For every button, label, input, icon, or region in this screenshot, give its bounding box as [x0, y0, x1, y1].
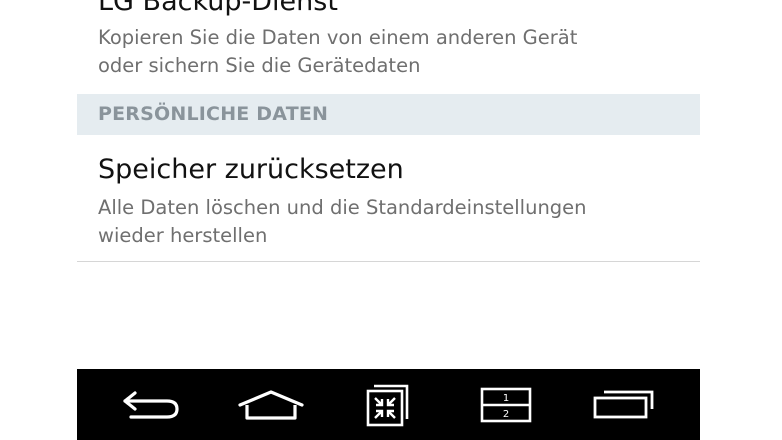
home-button[interactable] [216, 369, 326, 440]
backup-description-line: oder sichern Sie die Gerätedaten [98, 54, 421, 77]
recent-apps-button[interactable] [569, 369, 679, 440]
screen: LG Backup-Dienst Kopieren Sie die Daten … [0, 0, 782, 440]
reset-description-line: wieder herstellen [98, 224, 268, 247]
back-icon [123, 390, 179, 419]
home-icon [238, 389, 304, 420]
dual-window-icon [366, 384, 409, 426]
backup-description: Kopieren Sie die Daten von einem anderen… [98, 24, 577, 80]
reset-title: Speicher zurücksetzen [98, 154, 404, 185]
dual-window-button[interactable] [333, 369, 443, 440]
split-label-1: 1 [503, 393, 509, 404]
back-button[interactable] [97, 369, 207, 440]
split-screen-icon: 1 2 [480, 387, 532, 422]
reset-description: Alle Daten löschen und die Standardeinst… [98, 194, 587, 250]
section-header-personal-data: PERSÖNLICHE DATEN [77, 94, 700, 135]
split-screen-button[interactable]: 1 2 [451, 369, 561, 440]
split-label-2: 2 [503, 409, 509, 420]
reset-description-line: Alle Daten löschen und die Standardeinst… [98, 196, 587, 219]
divider [77, 261, 700, 262]
section-header-label: PERSÖNLICHE DATEN [98, 103, 329, 125]
backup-title: LG Backup-Dienst [98, 0, 338, 17]
backup-description-line: Kopieren Sie die Daten von einem anderen… [98, 26, 578, 49]
navigation-bar: 1 2 [77, 369, 700, 440]
recent-apps-icon [593, 390, 654, 418]
